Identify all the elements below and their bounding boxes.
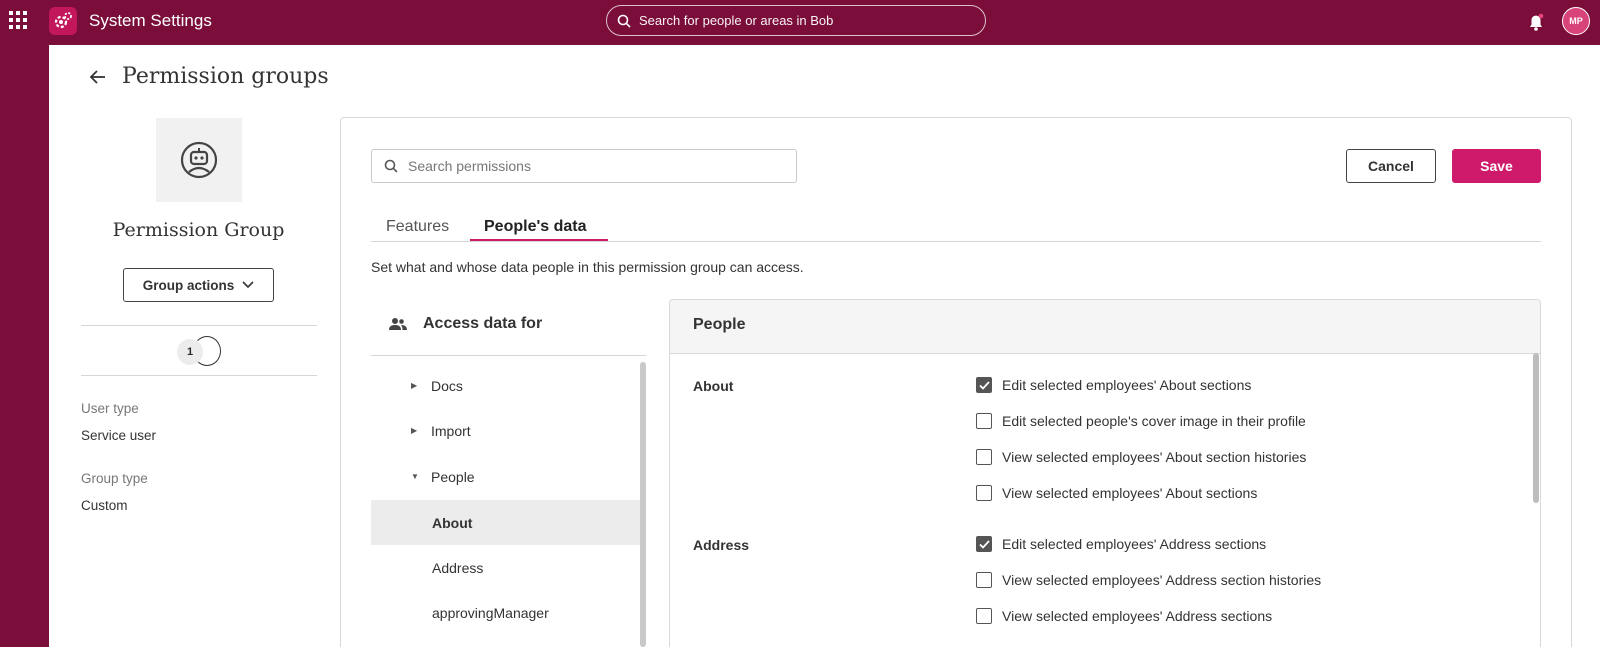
tree-item-address[interactable]: Address: [371, 545, 640, 590]
permission-row[interactable]: View selected employees' About sections: [976, 485, 1257, 501]
tab-features[interactable]: Features: [386, 218, 449, 236]
checkbox[interactable]: [976, 413, 992, 429]
caret-right-icon: ▶: [411, 381, 418, 390]
page-title: Permission groups: [122, 64, 329, 89]
group-actions-button[interactable]: Group actions: [123, 268, 274, 302]
checkbox-checked[interactable]: [976, 377, 992, 393]
robot-icon: [180, 141, 218, 179]
permission-row[interactable]: Edit selected people's cover image in th…: [976, 413, 1306, 429]
permission-label: View selected employees' Address section…: [1002, 572, 1322, 588]
member-count-badge[interactable]: 1: [177, 339, 203, 365]
global-search-input[interactable]: Search for people or areas in Bob: [606, 5, 986, 36]
cancel-button[interactable]: Cancel: [1346, 149, 1436, 183]
access-data-title: Access data for: [423, 315, 543, 332]
checkbox[interactable]: [976, 572, 992, 588]
tree-item-label: Address: [432, 559, 484, 576]
permission-row[interactable]: View selected employees' Address section…: [976, 608, 1272, 624]
tab-description: Set what and whose data people in this p…: [371, 259, 804, 275]
tree-item-label: Docs: [431, 377, 463, 394]
apps-grid-icon[interactable]: [8, 10, 27, 29]
permission-row[interactable]: Edit selected employees' Address section…: [976, 536, 1266, 552]
caret-right-icon: ▶: [411, 426, 418, 435]
tree-item-label: People: [431, 468, 475, 485]
permission-label: View selected employees' Address section…: [1002, 608, 1273, 624]
permission-label: Edit selected employees' Address section…: [1002, 536, 1267, 552]
group-type-label: Group type: [81, 471, 148, 486]
section-label-about: About: [693, 378, 734, 394]
top-bar: System Settings Search for people or are…: [0, 0, 1600, 44]
group-avatar: [156, 118, 242, 202]
tree-item-label: About: [432, 514, 473, 531]
notifications-bell-icon[interactable]: [1525, 11, 1547, 33]
settings-gear-icon: [49, 7, 77, 35]
permission-label: Edit selected employees' About sections: [1002, 377, 1252, 393]
user-type-label: User type: [81, 401, 139, 416]
section-label-address: Address: [693, 537, 750, 553]
tabs-divider: [371, 241, 1541, 242]
access-data-header: Access data for: [389, 315, 542, 333]
people-scrollbar[interactable]: [1533, 353, 1539, 503]
permission-row[interactable]: View selected employees' About section h…: [976, 449, 1306, 465]
app-title: System Settings: [89, 11, 212, 30]
tree-item-import[interactable]: ▶ Import: [371, 408, 640, 453]
permission-row[interactable]: Edit selected employees' About sections: [976, 377, 1251, 393]
permissions-search-input[interactable]: [408, 158, 768, 174]
divider: [371, 355, 646, 356]
back-arrow-icon[interactable]: [88, 67, 108, 87]
permissions-search[interactable]: [371, 149, 797, 183]
active-tab-indicator: [470, 239, 608, 241]
tree-scrollbar[interactable]: [640, 362, 646, 647]
tree-item-about[interactable]: About: [371, 500, 640, 545]
divider: [81, 375, 317, 376]
tree-item-docs[interactable]: ▶ Docs: [371, 363, 640, 408]
chevron-down-icon: [242, 281, 254, 289]
tree-item-people[interactable]: ▼ People: [371, 454, 640, 499]
user-type-value: Service user: [81, 428, 157, 443]
permission-label: View selected employees' About section h…: [1002, 449, 1307, 465]
divider: [81, 325, 317, 326]
search-icon: [617, 14, 631, 28]
global-search-placeholder: Search for people or areas in Bob: [639, 13, 834, 28]
tree-item-label: approvingManager: [432, 604, 549, 621]
save-button[interactable]: Save: [1452, 149, 1541, 183]
tree-item-approving-manager[interactable]: approvingManager: [371, 590, 640, 635]
group-type-value: Custom: [81, 498, 128, 513]
user-avatar[interactable]: MP: [1562, 7, 1590, 35]
check-icon: [978, 539, 990, 549]
permission-label: View selected employees' About sections: [1002, 485, 1258, 501]
search-icon: [384, 159, 398, 173]
check-icon: [978, 380, 990, 390]
people-panel-title: People: [693, 316, 746, 333]
checkbox[interactable]: [976, 449, 992, 465]
checkbox[interactable]: [976, 485, 992, 501]
group-actions-label: Group actions: [142, 277, 235, 293]
group-name: Permission Group: [112, 219, 285, 241]
people-icon: [389, 318, 407, 330]
tree-item-label: Import: [431, 422, 471, 439]
tab-peoples-data[interactable]: People's data: [484, 218, 587, 236]
checkbox[interactable]: [976, 608, 992, 624]
permission-row[interactable]: View selected employees' Address section…: [976, 572, 1321, 588]
caret-down-icon: ▼: [411, 472, 419, 481]
checkbox-checked[interactable]: [976, 536, 992, 552]
permission-label: Edit selected people's cover image in th…: [1002, 413, 1306, 429]
